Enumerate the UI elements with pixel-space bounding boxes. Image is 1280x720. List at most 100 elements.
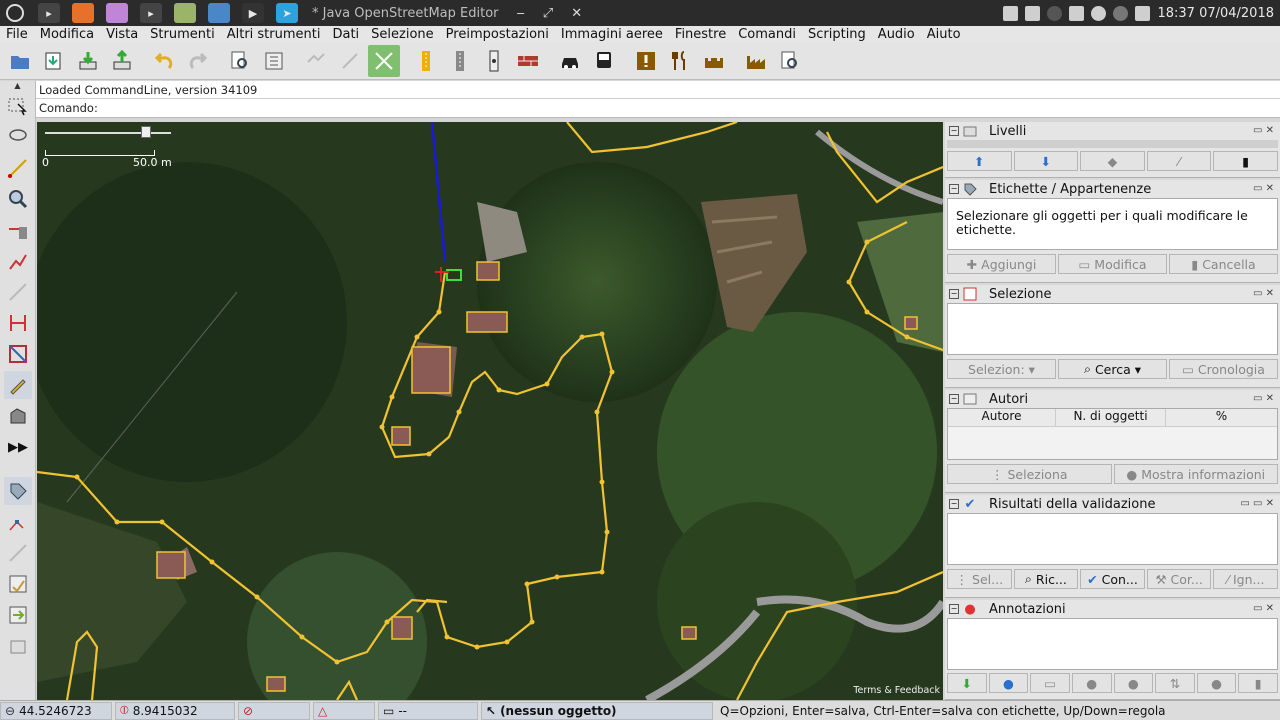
- camera-tray-icon[interactable]: [1025, 5, 1041, 21]
- building-tool-icon[interactable]: [4, 402, 32, 430]
- col-count[interactable]: N. di oggetti: [1056, 409, 1166, 426]
- preset-road-yellow-icon[interactable]: [410, 45, 442, 77]
- notes-list[interactable]: [947, 618, 1278, 670]
- panel-controls[interactable]: ▭ ✕: [1253, 603, 1274, 614]
- layer-visibility-icon[interactable]: ⁄: [1146, 151, 1212, 171]
- layer-tool-icon[interactable]: [4, 632, 32, 660]
- new-note-icon[interactable]: ●: [988, 673, 1029, 693]
- comment-note-icon[interactable]: ▭: [1030, 673, 1070, 693]
- delete-tag-button[interactable]: ▮ Cancella: [1169, 254, 1278, 274]
- close-button[interactable]: ✕: [571, 6, 582, 21]
- close-note-icon[interactable]: ●: [1071, 673, 1112, 693]
- menu-altri-strumenti[interactable]: Altri strumenti: [221, 27, 327, 42]
- menu-immagini-aeree[interactable]: Immagini aeree: [555, 27, 669, 42]
- menu-aiuto[interactable]: Aiuto: [921, 27, 967, 42]
- preset-road-white-icon[interactable]: [478, 45, 510, 77]
- move-up-icon[interactable]: ⬆: [947, 151, 1012, 171]
- start-menu-icon[interactable]: [6, 4, 24, 22]
- preset-warning-icon[interactable]: [630, 45, 662, 77]
- validation-list[interactable]: [947, 513, 1278, 565]
- calendar-icon[interactable]: [1135, 5, 1151, 21]
- select-dropdown-button[interactable]: Selezion: ▾: [947, 359, 1056, 379]
- upload-icon[interactable]: [106, 45, 138, 77]
- power-icon[interactable]: [1113, 5, 1129, 21]
- menu-strumenti[interactable]: Strumenti: [144, 27, 221, 42]
- node-tool-icon[interactable]: [4, 508, 32, 536]
- validation-fix-button[interactable]: ⚒ Cor...: [1146, 569, 1212, 589]
- sort-notes-icon[interactable]: ⇅: [1155, 673, 1195, 693]
- panel-controls[interactable]: ▭ ✕: [1253, 393, 1274, 404]
- col-pct[interactable]: %: [1166, 409, 1277, 426]
- search-presets-icon[interactable]: [774, 45, 806, 77]
- preset-restaurant-icon[interactable]: [664, 45, 696, 77]
- zoom-tool-icon[interactable]: [4, 185, 32, 213]
- zoom-slider-handle[interactable]: [141, 126, 151, 138]
- preset-barrier-icon[interactable]: [512, 45, 544, 77]
- delete-tool-icon[interactable]: [4, 216, 32, 244]
- collapse-toggle[interactable]: −: [949, 289, 959, 299]
- menu-comandi[interactable]: Comandi: [732, 27, 802, 42]
- globe-icon[interactable]: [1047, 5, 1063, 21]
- menu-modifica[interactable]: Modifica: [34, 27, 100, 42]
- area-tool-icon[interactable]: [4, 539, 32, 567]
- merge-layers-icon[interactable]: ◆: [1080, 151, 1145, 171]
- collapse-toggle[interactable]: −: [949, 604, 959, 614]
- draw-way-icon[interactable]: [334, 45, 366, 77]
- authors-table[interactable]: Autore N. di oggetti %: [947, 408, 1278, 460]
- show-info-button[interactable]: ● Mostra informazioni: [1113, 464, 1278, 484]
- panel-controls[interactable]: ▭ ✕: [1253, 125, 1274, 136]
- extrude-icon[interactable]: [4, 340, 32, 368]
- move-down-icon[interactable]: ⬇: [1013, 151, 1079, 171]
- collapse-toggle[interactable]: −: [949, 499, 959, 509]
- preset-industrial-icon[interactable]: [740, 45, 772, 77]
- redo-icon[interactable]: [182, 45, 214, 77]
- command-line-input[interactable]: Comando:: [36, 99, 1280, 118]
- split-way-icon[interactable]: [4, 247, 32, 275]
- select-authors-button[interactable]: ⋮ Seleziona: [947, 464, 1112, 484]
- validation-check-button[interactable]: ✔ Con...: [1080, 569, 1145, 589]
- validator-tool-icon[interactable]: [4, 570, 32, 598]
- window-title[interactable]: * Java OpenStreetMap Editor: [312, 6, 499, 21]
- open-icon[interactable]: [4, 45, 36, 77]
- more-tools-icon[interactable]: ▶▶: [4, 433, 32, 461]
- download-icon[interactable]: [72, 45, 104, 77]
- minimize-button[interactable]: ‒: [517, 6, 525, 21]
- update-icon[interactable]: [1091, 5, 1107, 21]
- menu-selezione[interactable]: Selezione: [365, 27, 440, 42]
- parallel-way-icon[interactable]: [4, 278, 32, 306]
- import-tool-icon[interactable]: [4, 601, 32, 629]
- terms-link[interactable]: Terms & Feedback: [853, 685, 940, 696]
- col-author[interactable]: Autore: [948, 409, 1056, 426]
- draw-tool-icon[interactable]: [4, 154, 32, 182]
- terminal-icon[interactable]: ▸: [38, 3, 60, 23]
- menu-audio[interactable]: Audio: [872, 27, 921, 42]
- panel-controls[interactable]: ▭ ▭ ✕: [1240, 498, 1274, 509]
- wireframe-icon[interactable]: [300, 45, 332, 77]
- image-viewer-icon[interactable]: [174, 3, 196, 23]
- clock[interactable]: 18:37 07/04/2018: [1157, 6, 1274, 21]
- map-view[interactable]: 0 50.0 m Terms & Feedback: [37, 122, 943, 700]
- preset-car-icon[interactable]: [554, 45, 586, 77]
- collapse-toggle[interactable]: −: [949, 184, 959, 194]
- undo-icon[interactable]: [148, 45, 180, 77]
- media-player-icon[interactable]: ▶: [242, 3, 264, 23]
- zoom-document-icon[interactable]: [224, 45, 256, 77]
- menu-scripting[interactable]: Scripting: [802, 27, 872, 42]
- tag-tool-icon[interactable]: [4, 477, 32, 505]
- preset-road-grey-icon[interactable]: [444, 45, 476, 77]
- pencil-tool-icon[interactable]: [4, 371, 32, 399]
- camera-icon[interactable]: [208, 3, 230, 23]
- zoom-slider[interactable]: [45, 126, 171, 138]
- layers-list[interactable]: [947, 140, 1278, 148]
- selection-list[interactable]: [947, 303, 1278, 355]
- dropbox-icon[interactable]: [1069, 5, 1085, 21]
- editor-icon[interactable]: [106, 3, 128, 23]
- lasso-tool-icon[interactable]: [4, 123, 32, 151]
- collapse-toggle[interactable]: −: [949, 394, 959, 404]
- menu-finestre[interactable]: Finestre: [669, 27, 732, 42]
- validation-search-button[interactable]: ⌕ Ric...: [1013, 569, 1079, 589]
- maximize-button[interactable]: ⤢: [543, 6, 553, 21]
- edit-tag-button[interactable]: ▭ Modifica: [1058, 254, 1167, 274]
- terminal-icon[interactable]: ▸: [140, 3, 162, 23]
- firefox-icon[interactable]: [72, 3, 94, 23]
